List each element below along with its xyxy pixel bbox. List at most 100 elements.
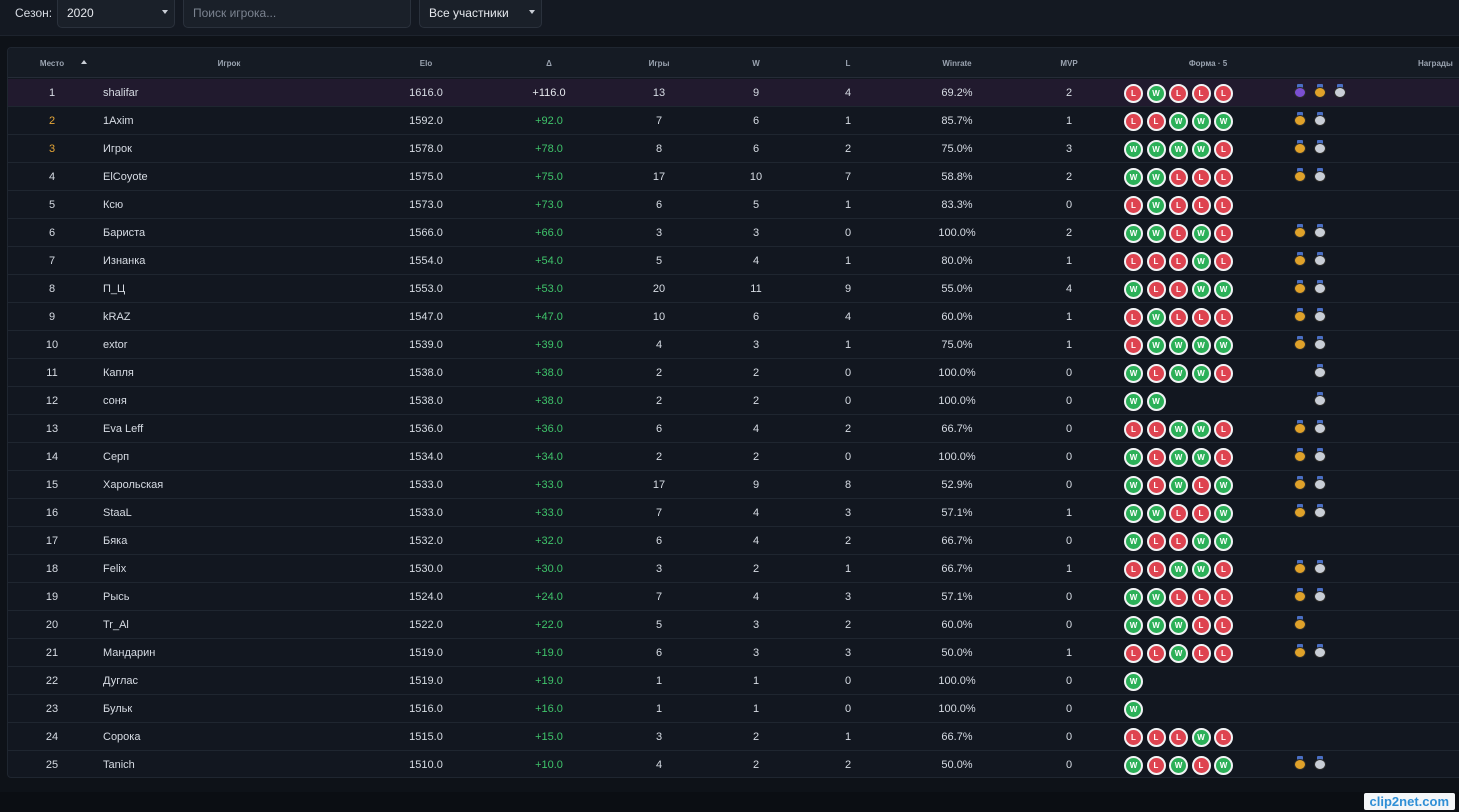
cell-player[interactable]: соня [103, 395, 127, 407]
form-win-badge: W [1214, 476, 1233, 495]
form-win-badge: W [1191, 448, 1211, 467]
silver-medal-icon [1314, 112, 1326, 126]
table-row[interactable]: 18 Felix 1530.0 +30.0 3 2 1 66.7% 1 L L W W L [8, 555, 1459, 583]
cell-player[interactable]: Мандарин [103, 647, 155, 659]
cell-player[interactable]: Tr_Al [103, 619, 129, 631]
table-row[interactable]: 21 Мандарин 1519.0 +19.0 6 3 3 50.0% 1 L L W L L [8, 639, 1459, 667]
table-row[interactable]: 17 Бяка 1532.0 +32.0 6 4 2 66.7% 0 W L L W W [8, 527, 1459, 555]
season-select[interactable]: 2020 [57, 0, 175, 28]
column-header-mvp[interactable]: MVP [1060, 59, 1077, 68]
cell-player[interactable]: Ксю [103, 199, 123, 211]
column-header-winrate[interactable]: Winrate [942, 59, 971, 68]
cell-player[interactable]: extor [103, 339, 127, 351]
cell-player[interactable]: Tanich [103, 759, 135, 771]
cell-winrate: 66.7% [941, 535, 973, 547]
form-loss-badge: L [1191, 504, 1211, 523]
medal-disc [1294, 591, 1306, 602]
cell-player[interactable]: 1Axim [103, 115, 134, 127]
medal-disc [1294, 423, 1306, 434]
table-row[interactable]: 1 shalifar 1616.0 +116.0 13 9 4 69.2% 2 L W L L L [8, 79, 1459, 107]
table-row[interactable]: 8 П_Ц 1553.0 +53.0 20 11 9 55.0% 4 W L L W W [8, 275, 1459, 303]
cell-mvp: 1 [1065, 647, 1073, 659]
table-row[interactable]: 11 Капля 1538.0 +38.0 2 2 0 100.0% 0 W L W W L [8, 359, 1459, 387]
participants-select[interactable]: Все участники [419, 0, 542, 28]
medal-disc [1294, 619, 1306, 630]
table-row[interactable]: 15 Харольская 1533.0 +33.0 17 9 8 52.9% 0 W L W L W [8, 471, 1459, 499]
cell-player[interactable]: StaaL [103, 507, 132, 519]
column-header-losses[interactable]: L [846, 59, 851, 68]
table-row[interactable]: 24 Сорока 1515.0 +15.0 3 2 1 66.7% 0 L L L W L [8, 723, 1459, 751]
cell-player[interactable]: Сорока [103, 731, 140, 743]
cell-losses: 1 [844, 115, 852, 127]
cell-player[interactable]: Бульк [103, 703, 132, 715]
form-loss-badge: L [1124, 560, 1143, 579]
table-row[interactable]: 16 StaaL 1533.0 +33.0 7 4 3 57.1% 1 W W L L W [8, 499, 1459, 527]
table-row[interactable]: 10 extor 1539.0 +39.0 4 3 1 75.0% 1 L W W W W [8, 331, 1459, 359]
cell-player[interactable]: Дуглас [103, 675, 138, 687]
cell-player[interactable]: shalifar [103, 87, 138, 99]
gold-medal-icon [1294, 252, 1306, 266]
cell-player[interactable]: Eva Leff [103, 423, 143, 435]
table-row[interactable]: 3 Игрок 1578.0 +78.0 8 6 2 75.0% 3 W W W W L [8, 135, 1459, 163]
column-header-delta[interactable]: Δ [546, 59, 552, 68]
form-win-badge: W [1169, 756, 1188, 775]
cell-player[interactable]: ElCoyote [103, 171, 148, 183]
player-search-input[interactable]: Поиск игрока... [183, 0, 411, 28]
cell-elo: 1516.0 [409, 703, 443, 715]
table-row[interactable]: 13 Eva Leff 1536.0 +36.0 6 4 2 66.7% 0 L L W W L [8, 415, 1459, 443]
medal-disc [1314, 507, 1326, 518]
sort-ascending-icon[interactable] [81, 60, 87, 64]
form-loss-badge: L [1214, 728, 1233, 747]
column-header-games[interactable]: Игры [649, 59, 670, 68]
column-header-elo[interactable]: Elo [420, 59, 432, 68]
table-row[interactable]: 25 Tanich 1510.0 +10.0 4 2 2 50.0% 0 W L W L W [8, 751, 1459, 777]
cell-player[interactable]: kRAZ [103, 311, 131, 323]
cell-losses: 7 [844, 171, 852, 183]
form-win-badge: W [1146, 84, 1166, 103]
cell-player[interactable]: Felix [103, 563, 126, 575]
cell-player[interactable]: Рысь [103, 591, 129, 603]
cell-wins: 6 [752, 115, 760, 127]
table-row[interactable]: 22 Дуглас 1519.0 +19.0 1 1 0 100.0% 0 W [8, 667, 1459, 695]
cell-player[interactable]: Бариста [103, 227, 145, 239]
table-row[interactable]: 20 Tr_Al 1522.0 +22.0 5 3 2 60.0% 0 W W W L L [8, 611, 1459, 639]
form-win-badge: W [1191, 252, 1211, 271]
table-row[interactable]: 23 Бульк 1516.0 +16.0 1 1 0 100.0% 0 W [8, 695, 1459, 723]
table-row[interactable]: 19 Рысь 1524.0 +24.0 7 4 3 57.1% 0 W W L L L [8, 583, 1459, 611]
table-row[interactable]: 4 ElCoyote 1575.0 +75.0 17 10 7 58.8% 2 W W L L L [8, 163, 1459, 191]
form-win-badge: W [1191, 728, 1211, 747]
column-header-player[interactable]: Игрок [218, 59, 241, 68]
table-row[interactable]: 2 1Axim 1592.0 +92.0 7 6 1 85.7% 1 L L W W W [8, 107, 1459, 135]
cell-player[interactable]: Изнанка [103, 255, 145, 267]
gold-medal-icon [1294, 448, 1306, 462]
cell-player[interactable]: Игрок [103, 143, 132, 155]
cell-player[interactable]: Серп [103, 451, 129, 463]
table-row[interactable]: 7 Изнанка 1554.0 +54.0 5 4 1 80.0% 1 L L L W L [8, 247, 1459, 275]
form-win-badge: W [1191, 560, 1211, 579]
medal-disc [1314, 115, 1326, 126]
column-header-wins[interactable]: W [752, 59, 760, 68]
cell-player[interactable]: Капля [103, 367, 134, 379]
cell-wins: 3 [752, 227, 760, 239]
cell-games: 17 [652, 171, 666, 183]
table-row[interactable]: 9 kRAZ 1547.0 +47.0 10 6 4 60.0% 1 L W L L L [8, 303, 1459, 331]
form-loss-badge: L [1191, 84, 1211, 103]
form-loss-badge: L [1214, 644, 1233, 663]
cell-player[interactable]: Бяка [103, 535, 127, 547]
form-loss-badge: L [1146, 560, 1166, 579]
table-row[interactable]: 12 соня 1538.0 +38.0 2 2 0 100.0% 0 W W [8, 387, 1459, 415]
silver-medal-icon [1314, 448, 1326, 462]
cell-games: 8 [655, 143, 663, 155]
cell-mvp: 1 [1065, 507, 1073, 519]
form-win-badge: W [1124, 448, 1143, 467]
medal-disc [1314, 283, 1326, 294]
form-win-badge: W [1191, 224, 1211, 243]
table-row[interactable]: 5 Ксю 1573.0 +73.0 6 5 1 83.3% 0 L W L L L [8, 191, 1459, 219]
form-win-badge: W [1169, 112, 1188, 131]
cell-player[interactable]: П_Ц [103, 283, 125, 295]
column-header-place[interactable]: Место [40, 59, 64, 68]
table-row[interactable]: 14 Серп 1534.0 +34.0 2 2 0 100.0% 0 W L W W L [8, 443, 1459, 471]
cell-player[interactable]: Харольская [103, 479, 163, 491]
medal-disc [1314, 479, 1326, 490]
table-row[interactable]: 6 Бариста 1566.0 +66.0 3 3 0 100.0% 2 W W L W L [8, 219, 1459, 247]
